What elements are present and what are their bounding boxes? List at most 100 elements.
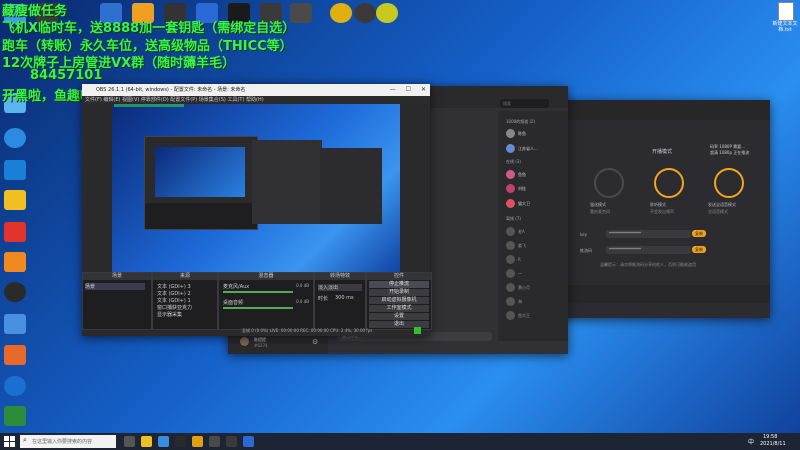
member-name[interactable]: 鱼大王 — [518, 313, 530, 319]
chat-search[interactable]: 搜索 — [500, 99, 549, 108]
avatar — [506, 184, 515, 193]
start-recording-button[interactable]: 开始录制 — [369, 289, 429, 296]
tray-lang[interactable]: 中 — [748, 437, 754, 446]
mixer-panel: 混音器 麦克风/Aux 0.0 dB 桌面音频 0.0 dB — [218, 272, 314, 330]
source-item[interactable]: 文本 (GDI+) 3 — [157, 283, 191, 290]
member-name[interactable]: 江苏省人... — [518, 146, 538, 152]
copy-addr-button[interactable]: 复制 — [692, 246, 706, 253]
app-icon[interactable] — [243, 436, 254, 447]
start-button[interactable] — [4, 436, 15, 447]
voice-rate-sub: 超清 1080p 正在推流 — [710, 150, 750, 155]
desktop-icon[interactable] — [4, 282, 26, 302]
avatar — [506, 311, 515, 320]
voice-mode-full[interactable] — [714, 168, 744, 198]
taskbar-search[interactable]: ⌕ 在这里输入你要搜索的内容 — [20, 435, 116, 448]
minimize-icon[interactable]: — — [390, 86, 396, 93]
member-name[interactable]: 姜飞 — [518, 243, 526, 249]
voice-mode-label-3: 发送全语音模式 — [708, 202, 736, 207]
transition-select[interactable]: 淡入淡出 — [318, 284, 362, 291]
duration-label: 时长 — [318, 296, 329, 302]
taskbar: ⌕ 在这里输入你要搜索的内容 中 19:58 2021/8/11 — [0, 433, 800, 450]
app-icon[interactable] — [175, 436, 186, 447]
studio-mode-button[interactable]: 工作室模式 — [369, 305, 429, 312]
desktop-icon[interactable] — [330, 3, 352, 23]
member-group-title-2: 在线 (3) — [506, 159, 521, 164]
desktop-icon[interactable] — [4, 345, 26, 365]
voice-mode-enhance[interactable] — [594, 168, 624, 198]
maximize-icon[interactable]: ☐ — [406, 86, 411, 93]
task-view-icon[interactable] — [124, 436, 135, 447]
preview-overlay-text — [114, 104, 184, 147]
sources-panel: 来源 文本 (GDI+) 3 文本 (GDI+) 2 文本 (GDI+) 1 窗… — [152, 272, 218, 330]
live-indicator — [414, 327, 421, 334]
member-name[interactable]: 刘桂 — [518, 186, 526, 192]
copy-token-button[interactable]: 复制 — [692, 230, 706, 237]
member-name[interactable]: 一 — [518, 271, 522, 277]
addr-field[interactable]: **************** — [606, 246, 691, 254]
desktop-icon[interactable] — [376, 3, 398, 23]
voice-mode-listen[interactable] — [654, 168, 684, 198]
nested-preview — [155, 147, 245, 197]
source-item[interactable]: 窗口捕获亚克力 — [157, 304, 192, 311]
windows-icon — [4, 436, 15, 447]
source-item[interactable]: 文本 (GDI+) 2 — [157, 290, 191, 297]
desktop-icon-text-file[interactable]: 新建文本文档.txt — [772, 2, 798, 33]
tray-date[interactable]: 2021/8/11 — [760, 441, 786, 447]
source-item[interactable]: 文本 (GDI+) 1 — [157, 297, 191, 304]
settings-gear-icon[interactable]: ⚙ — [312, 338, 318, 346]
mixer-slider-mic[interactable] — [223, 291, 293, 293]
avatar — [506, 144, 515, 153]
avatar — [506, 241, 515, 250]
app-icon[interactable] — [192, 436, 203, 447]
close-icon[interactable]: ✕ — [421, 86, 426, 93]
member-name[interactable]: 黄小月 — [518, 285, 530, 291]
desktop-icon[interactable] — [4, 252, 26, 272]
nested-panels — [145, 203, 257, 229]
source-item[interactable]: 显示器采集 — [157, 311, 182, 318]
voice-topbar — [560, 100, 770, 120]
token-field[interactable]: **************** — [606, 230, 691, 238]
scene-item[interactable]: 场景 — [85, 283, 145, 290]
avatar — [506, 283, 515, 292]
avatar — [506, 269, 515, 278]
virtual-cam-button[interactable]: 启动虚拟摄像机 — [369, 297, 429, 304]
obs-statusbar: 丢帧 0 (0.0%) LIVE: 00:00:00 REC: 00:00:00… — [242, 328, 373, 333]
desktop-icon[interactable] — [4, 128, 26, 148]
voice-app-window: 开播模式 强化模式 聆听模式 发送全语音模式 重启麦克风 不会发出噪声 全语音模… — [560, 100, 770, 318]
desktop-icon[interactable] — [4, 160, 26, 180]
desktop-icon[interactable] — [4, 406, 26, 426]
preview-nested-obs — [144, 136, 258, 230]
member-name[interactable]: 鱼鱼 — [518, 172, 526, 178]
sources-header: 来源 — [153, 273, 217, 280]
member-name[interactable]: R — [518, 257, 521, 262]
app-icon[interactable] — [209, 436, 220, 447]
obs-menubar[interactable]: 文件(F) 编辑(E) 视图(V) 停靠部件(D) 配置文件(P) 场景集合(S… — [82, 96, 430, 104]
explorer-icon[interactable] — [141, 436, 152, 447]
member-name[interactable]: 老A — [518, 229, 525, 235]
scenes-header: 场景 — [83, 273, 151, 280]
desktop-icon[interactable] — [4, 222, 26, 242]
overlay-line2: 飞机X临时车，送8888加一套钥匙（需绑定自选） — [2, 21, 296, 36]
window-controls: — ☐ ✕ — [390, 86, 426, 93]
mixer-level-desktop: 0.0 dB — [296, 299, 309, 304]
desktop-icon[interactable] — [354, 3, 376, 23]
voice-mode-title: 开播模式 — [652, 149, 673, 155]
browser-icon[interactable] — [158, 436, 169, 447]
voice-mode-sub-1: 重启麦克风 — [590, 209, 610, 214]
duration-value[interactable]: 300 ms — [335, 295, 354, 301]
desktop-icon[interactable] — [4, 376, 26, 396]
desktop-icon[interactable] — [4, 190, 26, 210]
stop-stream-button[interactable]: 停止推流 — [369, 281, 429, 288]
tray-time[interactable]: 19:58 — [763, 434, 777, 440]
member-name[interactable]: 海 — [518, 299, 522, 305]
voice-bottom-bar — [560, 285, 770, 303]
avatar — [506, 170, 515, 179]
voice-mode-sub-2: 不会发出噪声 — [650, 209, 674, 214]
obs-preview[interactable] — [112, 104, 400, 282]
settings-button[interactable]: 设置 — [369, 313, 429, 320]
desktop-icon[interactable] — [4, 314, 26, 334]
mixer-slider-desktop[interactable] — [223, 307, 293, 309]
app-icon[interactable] — [226, 436, 237, 447]
member-name[interactable]: 陈鱼 — [518, 131, 526, 137]
member-name[interactable]: 猫大卫 — [518, 201, 530, 207]
